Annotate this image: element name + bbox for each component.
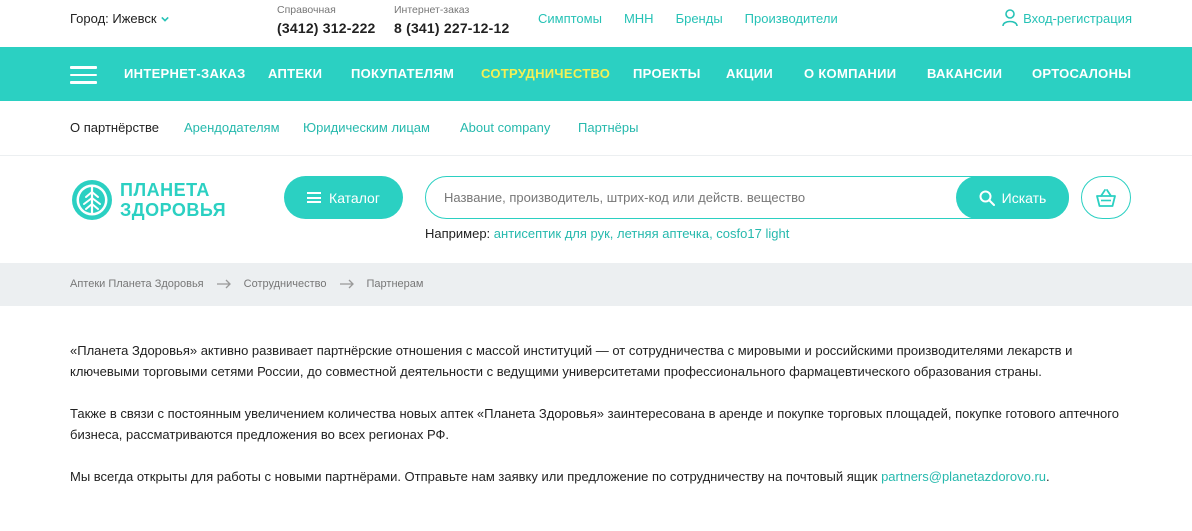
nav-promotions[interactable]: АКЦИИ xyxy=(726,66,773,81)
nav-internet-order[interactable]: ИНТЕРНЕТ-ЗАКАЗ xyxy=(124,66,246,81)
top-links: Симптомы МНН Бренды Производители xyxy=(538,11,860,26)
menu-lines-icon xyxy=(307,190,322,206)
city-label: Город: Ижевск xyxy=(70,11,157,26)
arrow-right-icon xyxy=(216,279,231,289)
top-link-brands[interactable]: Бренды xyxy=(676,11,723,26)
paragraph-real-estate: Также в связи с постоянным увеличением к… xyxy=(70,406,1119,442)
catalog-button[interactable]: Каталог xyxy=(284,176,403,219)
nav-vacancies[interactable]: ВАКАНСИИ xyxy=(927,66,1002,81)
arrow-right-icon xyxy=(339,279,354,289)
contact-text: Мы всегда открыты для работы с новыми па… xyxy=(70,469,878,484)
login-label: Вход-регистрация xyxy=(1023,10,1132,26)
breadcrumb-cooperation[interactable]: Сотрудничество xyxy=(244,278,327,290)
phone-order: Интернет-заказ 8 (341) 227-12-12 xyxy=(394,4,509,36)
login-link[interactable]: Вход-регистрация xyxy=(1002,9,1132,27)
nav-customers[interactable]: ПОКУПАТЕЛЯМ xyxy=(351,66,454,81)
subnav-landlords[interactable]: Арендодателям xyxy=(184,120,280,135)
top-bar: Город: Ижевск Справочная (3412) 312-222 … xyxy=(0,0,1192,47)
subnav-legal-entities[interactable]: Юридическим лицам xyxy=(303,120,430,135)
phone-caption: Справочная xyxy=(277,4,336,16)
main-nav: ИНТЕРНЕТ-ЗАКАЗ АПТЕКИ ПОКУПАТЕЛЯМ СОТРУД… xyxy=(0,47,1192,101)
phone-number[interactable]: (3412) 312-222 xyxy=(277,20,376,36)
city-selector[interactable]: Город: Ижевск xyxy=(70,11,169,26)
top-link-inn[interactable]: МНН xyxy=(624,11,654,26)
chevron-down-icon xyxy=(160,16,169,22)
top-link-symptoms[interactable]: Симптомы xyxy=(538,11,602,26)
example-links[interactable]: антисептик для рук, летняя аптечка, cosf… xyxy=(494,226,790,241)
site-logo[interactable]: ПЛАНЕТА ЗДОРОВЬЯ xyxy=(70,178,226,222)
search-input[interactable] xyxy=(444,177,964,218)
subnav-partners[interactable]: Партнёры xyxy=(578,120,638,135)
phone-caption: Интернет-заказ xyxy=(394,4,470,16)
logo-line-2: ЗДОРОВЬЯ xyxy=(120,200,227,220)
top-link-manufacturers[interactable]: Производители xyxy=(745,11,838,26)
catalog-label: Каталог xyxy=(329,189,380,206)
subnav-about-company[interactable]: About company xyxy=(460,120,550,135)
phone-number[interactable]: 8 (341) 227-12-12 xyxy=(394,20,509,36)
nav-about[interactable]: О КОМПАНИИ xyxy=(804,66,896,81)
breadcrumb-home[interactable]: Аптеки Планета Здоровья xyxy=(70,278,204,290)
cart-button[interactable] xyxy=(1081,176,1131,219)
search-button[interactable]: Искать xyxy=(956,176,1069,219)
search-button-label: Искать xyxy=(1001,189,1047,206)
contact-end: . xyxy=(1046,469,1050,484)
nav-cooperation[interactable]: СОТРУДНИЧЕСТВО xyxy=(481,66,610,81)
hamburger-icon[interactable] xyxy=(70,66,97,84)
logo-tree-icon xyxy=(72,180,112,220)
example-prefix: Например: xyxy=(425,226,491,241)
nav-ortho-salons[interactable]: ОРТОСАЛОНЫ xyxy=(1032,66,1131,81)
page-content: «Планета Здоровья» активно развивает пар… xyxy=(70,340,1130,508)
paragraph-partnership: «Планета Здоровья» активно развивает пар… xyxy=(70,343,1073,379)
logo-line-1: ПЛАНЕТА xyxy=(120,180,210,200)
breadcrumb-current: Партнерам xyxy=(366,278,424,290)
search-example: Например: антисептик для рук, летняя апт… xyxy=(425,226,789,241)
search-bar: Искать xyxy=(425,176,1069,219)
phone-reference: Справочная (3412) 312-222 xyxy=(277,4,376,36)
basket-icon xyxy=(1096,188,1116,207)
search-icon xyxy=(979,190,995,206)
subnav-partnership[interactable]: О партнёрстве xyxy=(70,120,159,135)
nav-pharmacies[interactable]: АПТЕКИ xyxy=(268,66,322,81)
sub-nav: О партнёрстве Арендодателям Юридическим … xyxy=(0,101,1192,156)
partners-email-link[interactable]: partners@planetazdorovo.ru xyxy=(881,469,1046,484)
paragraph-contact: Мы всегда открыты для работы с новыми па… xyxy=(70,466,1130,487)
user-icon xyxy=(1002,9,1018,27)
nav-projects[interactable]: ПРОЕКТЫ xyxy=(633,66,701,81)
logo-wordmark: ПЛАНЕТА ЗДОРОВЬЯ xyxy=(120,180,226,220)
breadcrumb: Аптеки Планета Здоровья Сотрудничество П… xyxy=(0,263,1192,306)
